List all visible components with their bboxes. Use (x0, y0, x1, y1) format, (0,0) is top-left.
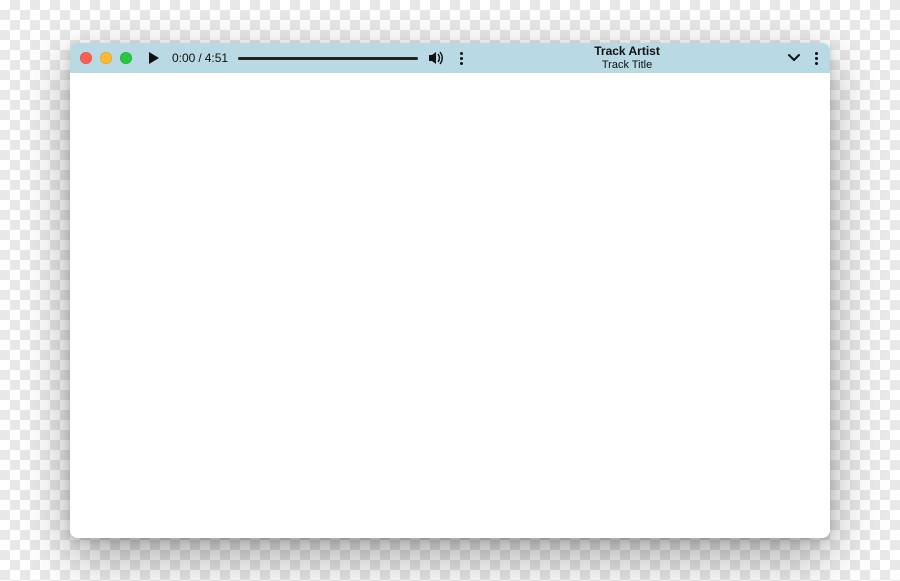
minimize-window-button[interactable] (100, 52, 112, 64)
track-title: Track Title (473, 59, 781, 71)
time-display: 0:00 / 4:51 (172, 51, 228, 65)
right-controls (787, 48, 822, 69)
kebab-dot-icon (460, 62, 463, 65)
expand-button[interactable] (787, 53, 801, 63)
current-time: 0:00 (172, 51, 195, 65)
audio-player: 0:00 / 4:51 (146, 48, 467, 69)
player-menu-button[interactable] (456, 48, 467, 69)
chevron-down-icon (787, 53, 801, 63)
volume-icon (428, 50, 446, 66)
content-area (70, 73, 830, 538)
maximize-window-button[interactable] (120, 52, 132, 64)
kebab-dot-icon (460, 57, 463, 60)
duration: 4:51 (205, 51, 228, 65)
kebab-dot-icon (815, 57, 818, 60)
play-button[interactable] (146, 50, 162, 66)
app-menu-button[interactable] (811, 48, 822, 69)
time-separator: / (198, 51, 201, 65)
close-window-button[interactable] (80, 52, 92, 64)
kebab-dot-icon (460, 52, 463, 55)
track-artist: Track Artist (473, 45, 781, 58)
titlebar: 0:00 / 4:51 Track Artist Track Title (70, 43, 830, 73)
volume-button[interactable] (428, 50, 446, 66)
window-controls (80, 52, 140, 64)
track-info: Track Artist Track Title (473, 45, 781, 70)
kebab-dot-icon (815, 52, 818, 55)
progress-bar[interactable] (238, 57, 418, 60)
kebab-dot-icon (815, 62, 818, 65)
play-icon (148, 51, 160, 65)
app-window: 0:00 / 4:51 Track Artist Track Title (70, 43, 830, 538)
